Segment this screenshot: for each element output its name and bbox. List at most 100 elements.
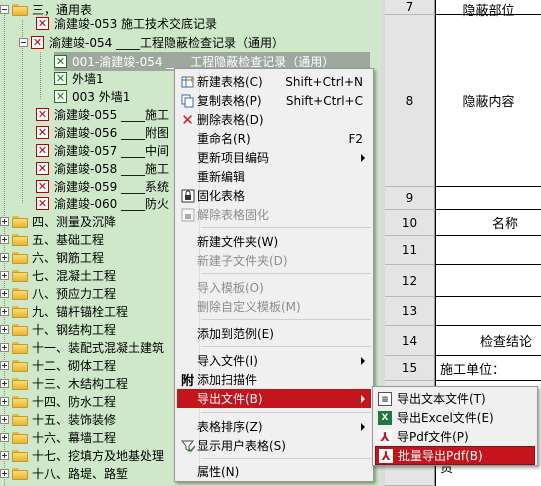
folder-icon [12,323,28,336]
menu-item-batch-export-pdf[interactable]: ⅄ 批量导出Pdf(B) [375,446,535,465]
row-number: 7 [385,0,435,15]
tree-item[interactable]: ✕ 渝建竣-054 ____工程隐蔽检查记录（通用） [19,33,284,52]
expand-icon[interactable] [0,289,9,298]
menu-item-new-subfolder[interactable]: 新建子文件夹(D) [177,251,371,270]
menu-item-lock-table[interactable]: 固化表格 [177,186,371,205]
expand-icon[interactable] [0,253,9,262]
grid-cell[interactable]: 隐蔽部位 [435,0,541,19]
tree-folder[interactable]: 十二、砌体工程 [0,356,116,375]
menu-item-reedit[interactable]: 重新编辑 [177,167,371,186]
tree-folder[interactable]: 十、钢结构工程 [0,320,116,339]
grid-cell[interactable]: 施工单位： [435,356,541,381]
menu-separator [201,273,371,274]
menu-item-export-excel[interactable]: X 导出Excel文件(E) [375,408,535,427]
menu-item-delete-custom-template[interactable]: 删除自定义模板(M) [177,297,371,316]
tree-item[interactable]: ✕ 渝建竣-053 施工技术交底记录 [36,14,217,33]
grid-cell[interactable] [435,187,541,210]
tree-label: 十六、幕墙工程 [32,431,117,445]
menu-label: 导入文件(I) [197,354,258,368]
tree-folder[interactable]: 十一、装配式混凝土建筑 [0,338,164,357]
menu-item-update-code[interactable]: 更新项目编码 [177,148,371,167]
grid-cell[interactable] [435,236,541,265]
green-table-icon: ✕ [54,90,67,103]
submenu-arrow-icon [361,153,365,162]
menu-separator [201,319,371,320]
expand-icon[interactable] [0,415,9,424]
expand-icon[interactable] [0,217,9,226]
menu-label: 导出文本文件(T) [397,392,486,406]
tree-item[interactable]: ✕ 外墙1 [54,69,104,88]
tree-item[interactable]: ✕ 渝建竣-058 ____施工 [36,159,169,178]
tree-folder[interactable]: 六、钢筋工程 [0,248,104,267]
menu-item-copy-table[interactable]: 复制表格(P) Shift+Ctrl+C [177,91,371,110]
expand-icon[interactable] [0,451,9,460]
menu-label: 重命名(R) [197,132,251,146]
lock-icon [180,188,195,203]
tree-folder[interactable]: 十三、木结构工程 [0,374,128,393]
menu-label: 新建文件夹(W) [197,235,279,249]
expand-icon[interactable] [0,325,9,334]
collapse-icon[interactable] [19,38,28,47]
tree-folder[interactable]: 八、预应力工程 [0,284,116,303]
folder-icon [12,359,28,372]
menu-label: 更新项目编码 [197,151,270,165]
submenu-arrow-icon [361,356,365,365]
pdf-batch-icon: ⅄ [379,448,393,463]
menu-item-export-pdf[interactable]: ⅄ 导Pdf文件(P) [375,427,535,446]
expand-icon[interactable] [0,433,9,442]
tree-item[interactable]: ✕ 渝建竣-060 ____防火 [36,194,169,213]
grid-cell[interactable]: 名称 [435,210,541,236]
tree-label: 十二、砌体工程 [32,359,117,373]
tree-folder[interactable]: 十七、挖填方及地基处理 [0,446,164,465]
grid-cell[interactable]: 隐蔽内容 [435,15,541,187]
tree-folder[interactable]: 九、锚杆锚栓工程 [0,302,128,321]
menu-separator [201,227,371,228]
red-table-icon: ✕ [36,126,49,139]
grid-cell[interactable]: 检查结论 [435,326,541,356]
menu-label: 显示用户表格(S) [197,439,286,453]
menu-item-unlock-table[interactable]: 解除表格固化 [177,205,371,224]
tree-folder[interactable]: 五、基础工程 [0,230,104,249]
tree-item[interactable]: ✕ 渝建竣-057 ____中间 [36,141,169,160]
menu-item-show-user-tables[interactable]: 显示用户表格(S) [177,436,371,455]
menu-item-properties[interactable]: 属性(N) [177,462,371,481]
tree-label: 渝建竣-055 ____施工 [54,108,170,122]
menu-item-export-text[interactable]: ≡ 导出文本文件(T) [375,389,535,408]
expand-icon[interactable] [0,271,9,280]
tree-item[interactable]: ✕ 渝建竣-055 ____施工 [36,105,169,124]
menu-item-new-table[interactable]: ✦ 新建表格(C) Shift+Ctrl+N [177,72,371,91]
menu-item-sort-table[interactable]: 表格排序(Z) [177,417,371,436]
tree-label: 渝建竣-057 ____中间 [54,144,170,158]
expand-icon[interactable] [0,361,9,370]
tree-item[interactable]: ✕ 渝建竣-056 ____附图 [36,123,169,142]
menu-item-import-template[interactable]: 导入模板(O) [177,278,371,297]
tree-folder[interactable]: 十四、防水工程 [0,392,116,411]
tree-folder[interactable]: 十八、路堤、路堑 [0,464,128,483]
tree-folder[interactable]: 七、混凝土工程 [0,266,116,285]
tree-folder[interactable]: 四、测量及沉降 [0,212,116,231]
menu-item-export-file[interactable]: 导出文件(B) [177,389,371,408]
row-number: 11 [385,236,435,265]
menu-item-new-folder[interactable]: 新建文件夹(W) [177,232,371,251]
expand-icon[interactable] [0,469,9,478]
tree-folder[interactable]: 十五、装饰装修 [0,410,116,429]
tree-folder[interactable]: 十六、幕墙工程 [0,428,116,447]
grid-cell[interactable] [435,297,541,326]
menu-item-delete-table[interactable]: ✕ 删除表格(D) [177,110,371,129]
expand-icon[interactable] [0,307,9,316]
menu-item-rename[interactable]: 重命名(R) F2 [177,129,371,148]
tree-label: 十三、木结构工程 [32,377,129,391]
menu-separator [201,412,371,413]
menu-item-import-file[interactable]: 导入文件(I) [177,351,371,370]
red-table-icon: ✕ [36,144,49,157]
menu-item-add-scan[interactable]: 附 添加扫描件 [177,370,371,389]
collapse-icon[interactable] [0,5,9,14]
grid-cell[interactable] [435,265,541,297]
expand-icon[interactable] [0,397,9,406]
expand-icon[interactable] [0,343,9,352]
tree-item[interactable]: ✕ 003 外墙1 [54,87,130,106]
expand-icon[interactable] [0,379,9,388]
expand-icon[interactable] [0,235,9,244]
tree-label: 渝建竣-054 ____工程隐蔽检查记录（通用） [49,36,285,50]
menu-item-add-to-example[interactable]: 添加到范例(E) [177,324,371,343]
